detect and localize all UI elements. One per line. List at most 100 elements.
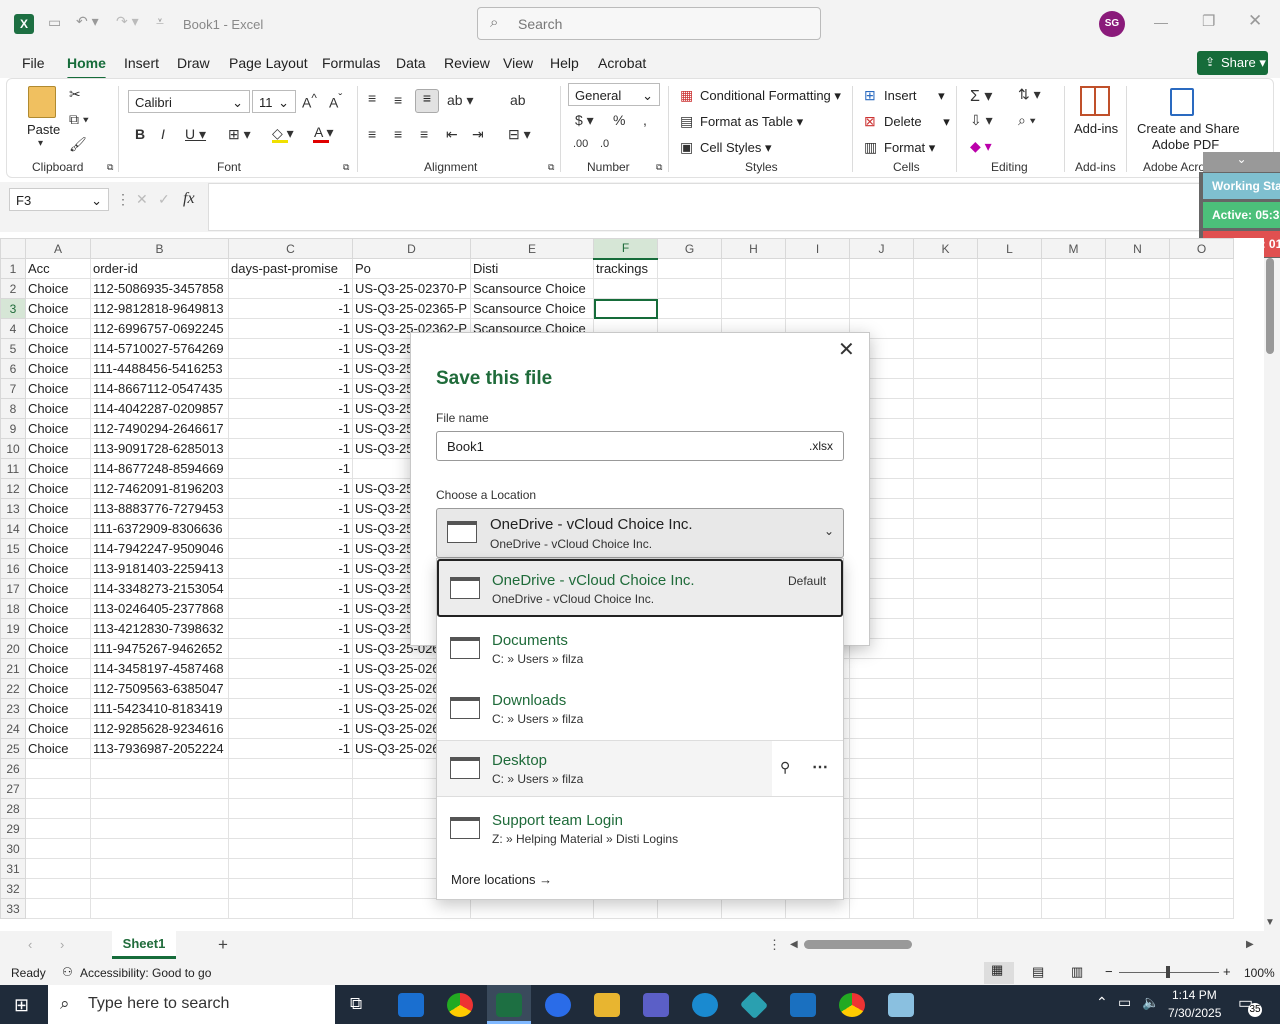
cell[interactable] (1041, 438, 1106, 459)
cell[interactable]: -1 (228, 738, 353, 759)
formula-bar-more-icon[interactable]: ⋮ (116, 191, 130, 208)
cell[interactable] (1041, 318, 1106, 339)
cell[interactable]: Choice (25, 298, 91, 319)
page-layout-view-icon[interactable]: ▤ (1032, 964, 1044, 980)
cell[interactable] (977, 818, 1042, 839)
align-right-icon[interactable]: ≡ (420, 126, 428, 142)
cell[interactable] (25, 858, 91, 879)
undo-icon[interactable]: ↶ ▾ (76, 13, 99, 30)
cell[interactable]: Choice (25, 638, 91, 659)
cut-icon[interactable]: ✂ (69, 86, 81, 103)
cell[interactable] (1041, 478, 1106, 499)
align-middle-icon[interactable]: ≡ (394, 92, 402, 108)
cell[interactable] (1041, 598, 1106, 619)
cell[interactable]: 114-3348273-2153054 (90, 578, 229, 599)
cell[interactable]: 114-8677248-8594669 (90, 458, 229, 479)
row-header[interactable]: 12 (0, 478, 26, 499)
cell[interactable]: Choice (25, 618, 91, 639)
cell[interactable]: Choice (25, 318, 91, 339)
cell[interactable]: -1 (228, 718, 353, 739)
chevron-down-icon[interactable]: ⌄ (824, 524, 834, 538)
delete-cells-button[interactable]: Delete ▾ (884, 114, 950, 130)
cell[interactable]: 111-9475267-9462652 (90, 638, 229, 659)
menu-review[interactable]: Review (444, 55, 490, 71)
minimize-button[interactable]: — (1154, 14, 1168, 30)
cell[interactable]: -1 (228, 458, 353, 479)
cell[interactable]: -1 (228, 398, 353, 419)
volume-icon[interactable]: 🔈 (1142, 994, 1159, 1011)
merge-center-icon[interactable]: ⊟ ▾ (508, 126, 531, 143)
customize-qat-icon[interactable]: ⩡ (156, 13, 164, 30)
cell[interactable] (977, 478, 1042, 499)
row-header[interactable]: 3 (0, 298, 26, 319)
cell[interactable]: -1 (228, 478, 353, 499)
zoom-level[interactable]: 100% (1244, 966, 1275, 980)
orientation-icon[interactable]: ab ▾ (447, 92, 474, 109)
cell[interactable]: Choice (25, 498, 91, 519)
cell[interactable] (849, 898, 914, 919)
cell[interactable]: Scansource Choice (470, 278, 594, 299)
cell[interactable]: 113-9181403-2259413 (90, 558, 229, 579)
cell[interactable] (913, 298, 978, 319)
cell[interactable] (1105, 298, 1170, 319)
menu-home[interactable]: Home (67, 55, 106, 80)
cell[interactable] (1041, 498, 1106, 519)
row-header[interactable]: 13 (0, 498, 26, 519)
cell[interactable]: Choice (25, 698, 91, 719)
cell[interactable] (913, 758, 978, 779)
cell[interactable] (1105, 278, 1170, 299)
cell[interactable] (913, 858, 978, 879)
cell[interactable] (849, 818, 914, 839)
cell[interactable]: -1 (228, 358, 353, 379)
cell[interactable] (1105, 318, 1170, 339)
dialog-close-button[interactable]: ✕ (838, 337, 855, 362)
next-sheet-icon[interactable]: › (60, 937, 64, 952)
cell[interactable]: days-past-promise (228, 258, 353, 279)
format-as-table-button[interactable]: Format as Table ▾ (700, 114, 803, 130)
add-ins-button[interactable]: Add-ins (1074, 121, 1118, 136)
cell[interactable] (1105, 458, 1170, 479)
decrease-decimal-icon[interactable]: .0 (600, 138, 609, 150)
tray-chevron-icon[interactable]: ⌃ (1096, 994, 1108, 1011)
cell[interactable] (977, 378, 1042, 399)
cell[interactable] (913, 458, 978, 479)
cell[interactable] (913, 898, 978, 919)
cell[interactable]: -1 (228, 638, 353, 659)
cell[interactable] (913, 438, 978, 459)
row-header[interactable]: 25 (0, 738, 26, 759)
row-header[interactable]: 10 (0, 438, 26, 459)
scroll-right-icon[interactable]: ▶ (1246, 939, 1254, 950)
cell[interactable] (913, 818, 978, 839)
file-explorer-icon[interactable] (594, 993, 620, 1017)
cell[interactable] (913, 558, 978, 579)
cell[interactable] (1041, 338, 1106, 359)
row-header[interactable]: 5 (0, 338, 26, 359)
cell[interactable] (1169, 498, 1234, 519)
cell[interactable] (913, 538, 978, 559)
cell[interactable] (785, 258, 850, 279)
cell[interactable]: 113-4212830-7398632 (90, 618, 229, 639)
cell[interactable] (228, 758, 353, 779)
cell[interactable] (25, 898, 91, 919)
italic-button[interactable]: I (161, 126, 165, 142)
cell[interactable] (1105, 818, 1170, 839)
cell[interactable]: US-Q3-25-02365-P (352, 298, 471, 319)
cell[interactable] (849, 678, 914, 699)
cell[interactable] (849, 878, 914, 899)
cell[interactable]: Choice (25, 458, 91, 479)
cell[interactable] (977, 858, 1042, 879)
notepad-icon[interactable] (888, 993, 914, 1017)
cell[interactable] (1105, 358, 1170, 379)
cell[interactable] (913, 598, 978, 619)
align-center-icon[interactable]: ≡ (394, 126, 402, 142)
cell[interactable]: 112-5086935-3457858 (90, 278, 229, 299)
cell[interactable] (90, 858, 229, 879)
cell[interactable] (1169, 538, 1234, 559)
cell[interactable]: Choice (25, 558, 91, 579)
column-header[interactable]: E (470, 238, 594, 259)
cell[interactable] (1169, 398, 1234, 419)
cell[interactable]: Choice (25, 738, 91, 759)
cell[interactable] (913, 258, 978, 279)
cell[interactable] (977, 438, 1042, 459)
cell[interactable]: -1 (228, 558, 353, 579)
